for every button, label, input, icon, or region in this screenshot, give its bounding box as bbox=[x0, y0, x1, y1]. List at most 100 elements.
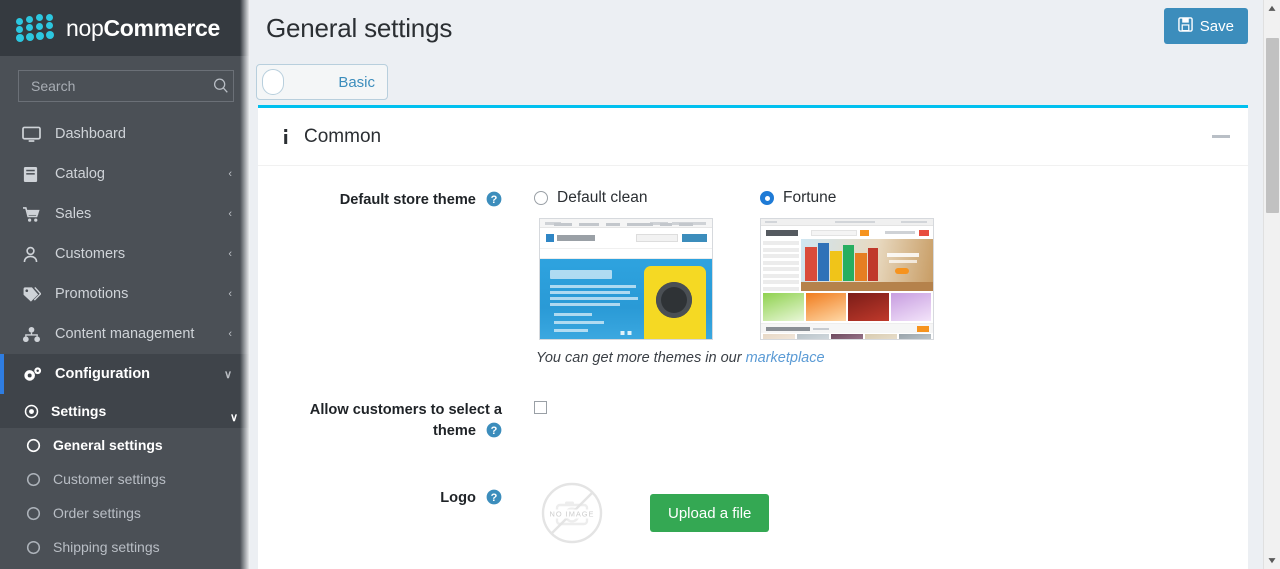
thumb-logo-row bbox=[761, 226, 933, 239]
sidebar-item-order-settings[interactable]: Order settings bbox=[0, 496, 250, 530]
marketplace-link[interactable]: marketplace bbox=[746, 350, 825, 366]
save-button-label: Save bbox=[1199, 17, 1234, 35]
sidebar-search bbox=[0, 56, 250, 114]
thumb-hero-banner bbox=[540, 259, 712, 339]
promo-tile-red bbox=[848, 293, 889, 321]
theme-radio-default-clean[interactable] bbox=[534, 191, 548, 205]
thumb-carousel-dots bbox=[620, 331, 632, 335]
sidebar-subnav: Settings ∨ General settings Customer set… bbox=[0, 394, 250, 564]
sidebar-item-customers[interactable]: Customers ‹ bbox=[0, 234, 250, 274]
svg-text:?: ? bbox=[491, 194, 498, 206]
product-thumb bbox=[865, 334, 897, 339]
sidebar-item-catalog[interactable]: Catalog ‹ bbox=[0, 154, 250, 194]
search-box[interactable] bbox=[18, 70, 234, 102]
thumb-topbar bbox=[761, 219, 933, 226]
sidebar-item-settings[interactable]: Settings ∨ bbox=[0, 394, 250, 428]
user-icon bbox=[22, 246, 46, 263]
page-title: General settings bbox=[266, 12, 453, 43]
thumb-sidebar bbox=[761, 239, 801, 291]
field-allow-select-theme: Allow customers to select a theme ? bbox=[270, 392, 1230, 442]
common-panel: Common Default store theme ? Default cle… bbox=[258, 105, 1248, 569]
theme-option-fortune[interactable]: Fortune bbox=[760, 186, 986, 340]
field-label-text: Logo bbox=[440, 490, 476, 506]
search-input[interactable] bbox=[31, 78, 212, 94]
nopcommerce-logo-icon bbox=[16, 14, 60, 42]
allow-select-theme-checkbox[interactable] bbox=[534, 401, 547, 414]
book-icon bbox=[22, 166, 46, 183]
theme-option-head: Fortune bbox=[760, 186, 986, 210]
field-label: Allow customers to select a theme ? bbox=[270, 392, 510, 442]
save-button[interactable]: Save bbox=[1163, 8, 1248, 44]
theme-marketplace-hint: You can get more themes in our marketpla… bbox=[536, 350, 1230, 366]
thumb-promo-tiles bbox=[761, 291, 933, 323]
field-label: Default store theme ? bbox=[270, 182, 510, 366]
sidebar: nopCommerce Dashboard Catalog ‹ bbox=[0, 0, 250, 569]
sidebar-item-label: Promotions bbox=[55, 286, 129, 302]
chevron-left-icon: ‹ bbox=[228, 248, 232, 260]
product-thumb bbox=[899, 334, 931, 339]
sidebar-subitem-label: Customer settings bbox=[53, 471, 166, 487]
question-circle-icon[interactable]: ? bbox=[486, 422, 502, 438]
svg-text:?: ? bbox=[491, 425, 498, 437]
radio-circle-icon bbox=[26, 540, 44, 555]
sidebar-item-label: Configuration bbox=[55, 366, 151, 382]
tabs-row: Basic bbox=[250, 56, 1280, 100]
sidebar-item-configuration[interactable]: Configuration ∨ bbox=[0, 354, 250, 394]
sidebar-item-dashboard[interactable]: Dashboard bbox=[0, 114, 250, 154]
question-circle-icon[interactable]: ? bbox=[486, 191, 502, 207]
toggle-label: Basic bbox=[338, 73, 375, 91]
floppy-disk-icon bbox=[1178, 16, 1193, 36]
brand-header[interactable]: nopCommerce bbox=[0, 0, 250, 56]
chevron-left-icon: ‹ bbox=[228, 208, 232, 220]
theme-option-label: Fortune bbox=[783, 189, 837, 206]
scrollbar-thumb[interactable] bbox=[1266, 38, 1279, 213]
theme-option-head: Default clean bbox=[534, 186, 760, 210]
brand-title: nopCommerce bbox=[66, 15, 220, 42]
minus-icon[interactable] bbox=[1212, 135, 1230, 138]
monitor-icon bbox=[22, 126, 46, 143]
theme-option-label: Default clean bbox=[557, 189, 648, 206]
sidebar-nav: Dashboard Catalog ‹ Sales ‹ Customers ‹ bbox=[0, 114, 250, 394]
product-thumb bbox=[763, 334, 795, 339]
sidebar-item-shipping-settings[interactable]: Shipping settings bbox=[0, 530, 250, 564]
theme-radio-fortune[interactable] bbox=[760, 191, 774, 205]
product-thumb bbox=[831, 334, 863, 339]
promo-tile-orange bbox=[805, 293, 846, 321]
sidebar-item-promotions[interactable]: Promotions ‹ bbox=[0, 274, 250, 314]
field-control: Default clean Fortune You can get more t… bbox=[510, 182, 1230, 366]
sidebar-item-general-settings[interactable]: General settings bbox=[0, 428, 250, 462]
hint-text: You can get more themes in our bbox=[536, 350, 746, 366]
thumb-product-row bbox=[761, 333, 933, 339]
sidebar-item-content-management[interactable]: Content management ‹ bbox=[0, 314, 250, 354]
promo-tile-purple bbox=[890, 293, 931, 321]
chevron-left-icon: ‹ bbox=[228, 328, 232, 340]
cart-icon bbox=[22, 206, 46, 223]
basic-advanced-toggle[interactable]: Basic bbox=[256, 64, 388, 100]
question-circle-icon[interactable]: ? bbox=[486, 489, 502, 505]
page-scrollbar[interactable] bbox=[1263, 0, 1280, 569]
scroll-up-arrow-icon[interactable] bbox=[1264, 0, 1280, 17]
theme-option-default-clean[interactable]: Default clean bbox=[534, 186, 760, 340]
theme-thumbnail-default-clean[interactable] bbox=[539, 218, 713, 340]
field-default-store-theme: Default store theme ? Default clean Fort… bbox=[270, 182, 1230, 366]
sidebar-item-label: Dashboard bbox=[55, 126, 126, 142]
panel-body: Default store theme ? Default clean Fort… bbox=[258, 166, 1248, 544]
search-icon[interactable] bbox=[212, 77, 230, 95]
sidebar-item-customer-settings[interactable]: Customer settings bbox=[0, 462, 250, 496]
field-control bbox=[510, 392, 1230, 442]
upload-a-file-button[interactable]: Upload a file bbox=[650, 494, 770, 532]
toggle-knob[interactable] bbox=[262, 69, 284, 95]
sidebar-item-label: Content management bbox=[55, 326, 195, 342]
thumb-nav-row bbox=[540, 223, 712, 259]
thumb-popular-header bbox=[761, 323, 933, 333]
info-icon bbox=[280, 128, 294, 146]
no-image-label: NO IMAGE bbox=[550, 510, 595, 519]
field-control: NO IMAGE Upload a file bbox=[510, 480, 1230, 544]
sidebar-item-label: Catalog bbox=[55, 166, 105, 182]
theme-thumbnail-fortune[interactable] bbox=[760, 218, 934, 340]
scroll-down-arrow-icon[interactable] bbox=[1264, 552, 1280, 569]
field-label-text: Allow customers to select a theme bbox=[309, 402, 502, 439]
sidebar-item-sales[interactable]: Sales ‹ bbox=[0, 194, 250, 234]
radio-circle-icon bbox=[26, 472, 44, 487]
field-logo: Logo ? NO IMAGE Upload a file bbox=[270, 480, 1230, 544]
